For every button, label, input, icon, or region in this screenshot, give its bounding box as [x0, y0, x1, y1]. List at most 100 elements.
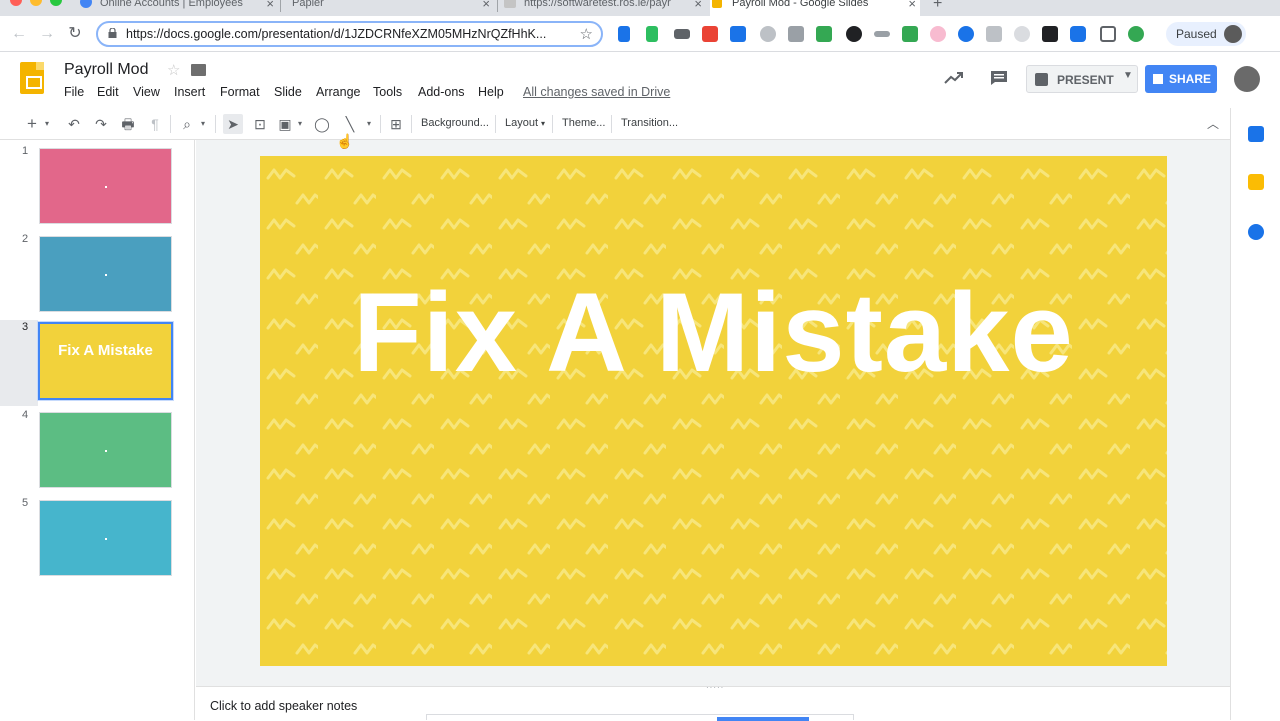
share-label: SHARE — [1169, 72, 1212, 86]
menu-view[interactable]: View — [133, 85, 160, 99]
menu-slide[interactable]: Slide — [274, 85, 302, 99]
basket-extension-icon[interactable] — [902, 26, 918, 42]
code-extension-icon[interactable] — [788, 26, 804, 42]
present-dropdown-chevron-icon[interactable]: ▼ — [1123, 70, 1133, 81]
browser-tab-payroll-mod[interactable]: Payroll Mod - Google Slides × — [710, 0, 920, 16]
redo-icon[interactable]: ↷ — [91, 114, 111, 134]
line-dropdown-icon[interactable]: ▾ — [364, 114, 374, 134]
layout-button[interactable]: Layout ▾ — [505, 117, 545, 129]
shape-icon[interactable]: ◯ — [312, 114, 332, 134]
slide-thumbnail-2[interactable] — [39, 236, 172, 312]
close-tab-icon[interactable]: × — [908, 0, 916, 11]
profile-status-label: Paused — [1176, 27, 1217, 41]
capture-extension-icon[interactable] — [1100, 26, 1116, 42]
beta-extension-icon[interactable] — [816, 26, 832, 42]
vimeo-extension-icon[interactable] — [618, 26, 630, 42]
image-icon[interactable]: ▣ — [275, 114, 295, 134]
image-dropdown-icon[interactable]: ▾ — [295, 114, 305, 134]
share-button[interactable]: SHARE — [1145, 65, 1217, 93]
comments-icon[interactable] — [990, 70, 1008, 86]
curve-extension-icon[interactable] — [874, 31, 890, 37]
new-tab-button[interactable]: + — [930, 0, 950, 16]
slides-favicon-icon — [712, 0, 722, 8]
close-tab-icon[interactable]: × — [694, 0, 702, 11]
star-icon[interactable]: ☆ — [167, 61, 180, 79]
calendar-icon[interactable] — [1248, 126, 1264, 142]
address-bar[interactable]: https://docs.google.com/presentation/d/1… — [96, 21, 603, 47]
menu-add-ons[interactable]: Add-ons — [418, 85, 465, 99]
window-minimize-dot[interactable] — [30, 0, 42, 6]
new-slide-dropdown-icon[interactable]: ▾ — [42, 114, 52, 134]
bookmark-star-icon[interactable]: ☆ — [580, 25, 593, 43]
explore-button[interactable] — [717, 717, 809, 721]
document-title[interactable]: Payroll Mod — [64, 61, 148, 79]
browser-tab-softwaretest[interactable]: https://softwaretest.ros.ie/payr × — [502, 0, 706, 16]
leaf-extension-icon[interactable] — [1014, 26, 1030, 42]
extension-icon[interactable] — [674, 29, 690, 39]
browser-tab-online-accounts[interactable]: Online Accounts | Employees × — [78, 0, 278, 16]
menu-arrange[interactable]: Arrange — [316, 85, 360, 99]
google-extension-icon[interactable] — [702, 26, 718, 42]
calendar-badge-icon[interactable] — [730, 26, 746, 42]
menu-file[interactable]: File — [64, 85, 84, 99]
new-slide-plus-icon[interactable]: + — [22, 114, 42, 134]
menu-insert[interactable]: Insert — [174, 85, 205, 99]
menu-format[interactable]: Format — [220, 85, 260, 99]
theme-button[interactable]: Theme... — [562, 117, 605, 129]
reload-icon[interactable]: ↻ — [65, 24, 85, 44]
current-slide[interactable]: Fix A Mistake — [260, 156, 1167, 666]
slide-thumbnail-1[interactable] — [39, 148, 172, 224]
undo-icon[interactable]: ↶ — [64, 114, 84, 134]
camera-extension-icon[interactable] — [1070, 26, 1086, 42]
folder-icon[interactable] — [191, 64, 206, 76]
collapse-toolbar-chevron-up-icon[interactable]: ︿ — [1203, 114, 1223, 134]
keep-icon[interactable] — [1248, 174, 1264, 190]
notes-resize-handle[interactable]: ····· — [706, 683, 724, 692]
menu-tools[interactable]: Tools — [373, 85, 402, 99]
evernote-extension-icon[interactable] — [646, 26, 658, 42]
browser-tab-papier[interactable]: Papier × — [284, 0, 494, 16]
close-tab-icon[interactable]: × — [266, 0, 274, 11]
activity-trend-icon[interactable] — [944, 70, 964, 86]
close-tab-icon[interactable]: × — [482, 0, 490, 11]
print-icon[interactable]: 🖶 — [118, 114, 138, 134]
forward-arrow-icon[interactable]: → — [37, 24, 57, 44]
medium-extension-icon[interactable] — [1042, 26, 1058, 42]
menu-help[interactable]: Help — [478, 85, 504, 99]
window-close-dot[interactable] — [10, 0, 22, 6]
thumb-dot — [105, 186, 107, 188]
text-box-icon[interactable]: ⊡ — [250, 114, 270, 134]
account-avatar[interactable] — [1234, 66, 1260, 92]
explore-bar[interactable] — [426, 714, 854, 721]
tasks-icon[interactable] — [1248, 224, 1264, 240]
profile-paused-button[interactable]: Paused — [1166, 22, 1246, 46]
save-status-link[interactable]: All changes saved in Drive — [523, 85, 670, 99]
menu-edit[interactable]: Edit — [97, 85, 119, 99]
add-comment-icon[interactable]: ⊞ — [386, 114, 406, 134]
pink-extension-icon[interactable] — [930, 26, 946, 42]
zoom-icon[interactable]: ⌕ — [177, 114, 197, 134]
background-button[interactable]: Background... — [421, 117, 489, 129]
tab-separator — [280, 0, 281, 12]
transition-button[interactable]: Transition... — [621, 117, 678, 129]
document-favicon-icon — [504, 0, 516, 8]
slide-thumbnail-4[interactable] — [39, 412, 172, 488]
grammarly-extension-icon[interactable] — [1128, 26, 1144, 42]
cloud-extension-icon[interactable] — [760, 26, 776, 42]
window-zoom-dot[interactable] — [50, 0, 62, 6]
present-label: PRESENT — [1057, 73, 1114, 87]
select-cursor-icon[interactable]: ➤ — [223, 114, 243, 134]
slides-logo-icon[interactable] — [20, 62, 44, 94]
slide-title-text[interactable]: Fix A Mistake — [260, 268, 1167, 397]
slide-thumbnail-5[interactable] — [39, 500, 172, 576]
stack-extension-icon[interactable] — [986, 26, 1002, 42]
chat-extension-icon[interactable] — [958, 26, 974, 42]
refresh-extension-icon[interactable] — [846, 26, 862, 42]
back-arrow-icon[interactable]: ← — [9, 24, 29, 44]
speaker-notes-placeholder[interactable]: Click to add speaker notes — [210, 699, 357, 713]
line-icon[interactable]: ╲ — [340, 114, 360, 134]
present-button[interactable]: PRESENT ▼ — [1026, 65, 1138, 93]
zoom-dropdown-icon[interactable]: ▾ — [198, 114, 208, 134]
paint-format-icon[interactable]: ¶ — [145, 114, 165, 134]
slide-thumbnail-3[interactable]: Fix A Mistake — [38, 322, 173, 400]
